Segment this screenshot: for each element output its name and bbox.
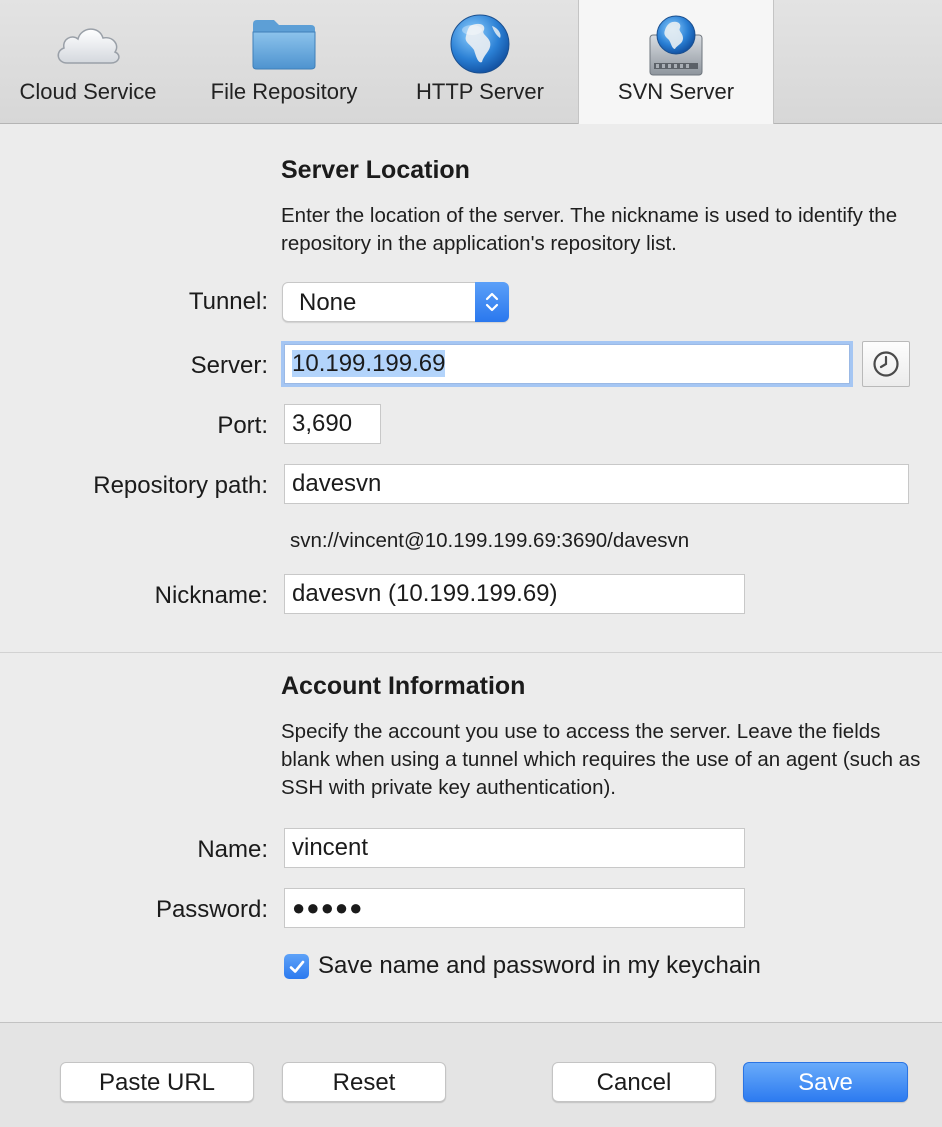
recent-servers-button[interactable] [862,341,910,387]
tunnel-popup[interactable]: None [282,282,509,322]
keychain-label[interactable]: Save name and password in my keychain [318,952,761,980]
server-location-description: Enter the location of the server. The ni… [281,204,898,255]
repository-path-label: Repository path: [93,472,268,499]
server-value: 10.199.199.69 [292,350,446,377]
tab-http-server[interactable]: HTTP Server [384,0,576,123]
section-divider [0,652,942,653]
updown-chevron-icon [475,282,509,322]
cloud-icon [52,11,124,77]
checkmark-icon [289,960,304,973]
nickname-label: Nickname: [154,582,268,609]
tunnel-value: None [299,289,357,316]
globe-icon [444,11,516,77]
folder-icon [248,11,320,77]
paste-url-button[interactable]: Paste URL [60,1062,254,1102]
cancel-button[interactable]: Cancel [552,1062,716,1102]
reset-button[interactable]: Reset [282,1062,446,1102]
clock-icon [873,351,899,377]
password-input[interactable]: ●●●●● [284,888,745,928]
tunnel-label: Tunnel: [188,288,268,315]
toolbar: Cloud Service File Repository HTTP Serve… [0,0,942,124]
tab-label: File Repository [210,79,358,104]
name-label: Name: [197,836,268,863]
password-label: Password: [155,896,268,923]
tab-label: HTTP Server [416,79,544,104]
repository-path-input[interactable]: davesvn [284,464,909,504]
tab-cloud-service[interactable]: Cloud Service [0,0,176,123]
port-label: Port: [217,412,268,439]
tab-svn-server[interactable]: SVN Server [578,0,774,124]
port-input[interactable]: 3,690 [284,404,381,444]
name-input[interactable]: vincent [284,828,745,868]
keychain-checkbox[interactable] [284,954,309,979]
server-location-title: Server Location [281,156,470,184]
tab-label: Cloud Service [19,79,157,104]
tab-label: SVN Server [617,79,735,104]
server-input[interactable]: 10.199.199.69 [284,344,850,384]
nickname-input[interactable]: davesvn (10.199.199.69) [284,574,745,614]
save-button[interactable]: Save [743,1062,908,1102]
svn-url-preview: svn://vincent@10.199.199.69:3690/davesvn [290,529,690,552]
server-label: Server: [190,352,268,379]
account-information-description: Specify the account you use to access th… [281,720,921,799]
tab-file-repository[interactable]: File Repository [184,0,384,123]
account-information-title: Account Information [281,672,526,700]
server-globe-icon [640,11,712,77]
